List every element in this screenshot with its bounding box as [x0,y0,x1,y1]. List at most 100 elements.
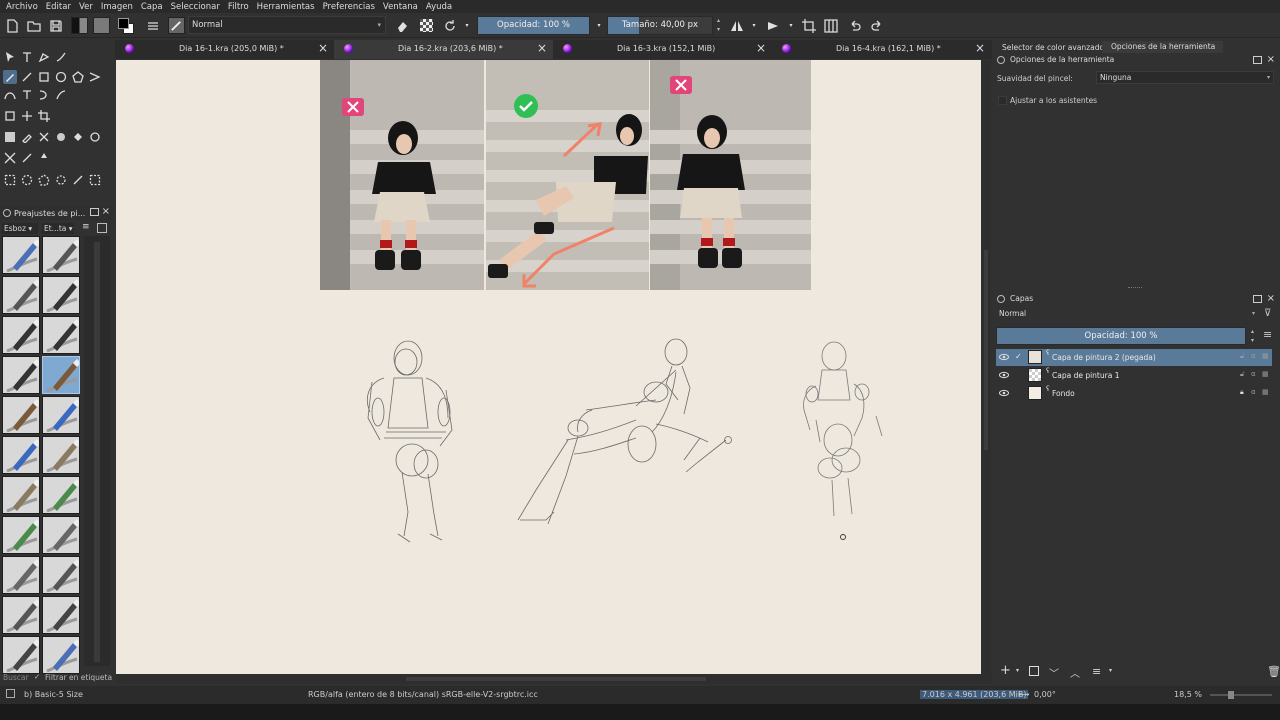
assistants-checkbox[interactable] [998,96,1007,105]
inherit-alpha-icon[interactable]: ▦ [1262,352,1270,361]
rotation-value[interactable]: 0,00° [1034,690,1056,699]
brush-preset[interactable] [2,236,40,274]
collapse-icon[interactable] [997,295,1005,303]
tab-document-3[interactable]: Dia 16-3.kra (152,1 MiB) × [553,40,772,59]
move-tool-icon[interactable] [20,109,34,123]
gradient-swatch-icon[interactable] [70,17,88,34]
lock-icon[interactable]: 🔓︎ [1240,352,1248,361]
import-icon[interactable] [97,223,107,233]
float-docker-icon[interactable] [1253,56,1262,64]
multibrush-icon[interactable] [54,88,68,102]
wrap-around-icon[interactable] [823,17,839,34]
brush-preset[interactable] [42,356,80,394]
polyline-tool-icon[interactable] [88,70,102,84]
color-model[interactable]: RGB/alfa (entero de 8 bits/canal) sRGB-e… [308,690,538,699]
crop-icon[interactable] [801,17,817,34]
alpha-icon[interactable]: α [1251,370,1259,379]
assistant-tool-icon[interactable] [3,151,17,165]
brush-preset[interactable] [2,476,40,514]
menu-filtro[interactable]: Filtro [228,2,249,12]
opacity-slider[interactable]: Opacidad: 100 % [477,16,590,35]
calligraphy-icon[interactable] [54,50,68,64]
zoom-slider[interactable] [1210,691,1272,699]
eraser-mode-icon[interactable] [394,17,410,34]
rotation-icon[interactable]: ⟷ [1018,690,1029,699]
tag-view-select[interactable]: Et...ta ▾ [42,223,74,234]
polygon-tool-icon[interactable] [71,70,85,84]
docker-splitter[interactable] [1128,287,1142,290]
chevron-down-icon[interactable]: ▾ [462,17,472,34]
zoom-value[interactable]: 18,5 % [1174,690,1202,699]
freehand-brush-icon[interactable] [3,70,17,84]
brush-preset[interactable] [2,436,40,474]
chevron-down-icon[interactable]: ▾ [1016,667,1019,674]
layer-properties-icon[interactable]: ≡ [1092,665,1101,678]
brush-preset[interactable] [42,436,80,474]
alpha-lock-icon[interactable] [418,17,434,34]
tab-tool-options[interactable]: Opciones de la herramienta [1102,41,1224,53]
dynamic-brush-icon[interactable] [37,88,51,102]
brush-preset[interactable] [2,396,40,434]
new-document-icon[interactable] [4,17,20,34]
edit-shapes-icon[interactable] [37,50,51,64]
select-shapes-icon[interactable] [3,50,17,64]
move-up-icon[interactable]: ︿ [1070,665,1080,680]
mirror-horizontal-icon[interactable] [729,17,745,34]
chevron-down-icon[interactable]: ▾ [749,17,759,34]
visibility-eye-icon[interactable] [999,370,1009,380]
undo-icon[interactable] [847,17,863,34]
fg-bg-color-icon[interactable] [116,17,136,34]
smoothing-select[interactable]: Ninguna ▾ [1096,71,1274,84]
brush-preset[interactable] [42,596,80,634]
size-slider[interactable]: Tamaño: 40,00 px [607,16,713,35]
menu-archivo[interactable]: Archivo [6,2,38,12]
brush-preset[interactable] [42,276,80,314]
color-picker-icon[interactable] [20,130,34,144]
close-icon[interactable]: × [975,41,985,55]
tab-document-2[interactable]: Dia 16-2.kra (203,6 MiB) * × [334,40,553,59]
brush-preset-icon[interactable] [166,17,186,34]
save-icon[interactable] [48,17,64,34]
menu-herramientas[interactable]: Herramientas [257,2,315,12]
crop-tool-icon[interactable] [37,109,51,123]
drawing-canvas[interactable] [116,60,981,674]
alpha-icon[interactable]: α [1251,352,1259,361]
brush-preset[interactable] [42,396,80,434]
float-docker-icon[interactable] [90,208,99,216]
layer-row[interactable]: ʕ Capa de pintura 1 🔓︎ α ▦ [996,367,1272,384]
pattern-swatch-icon[interactable] [92,17,110,34]
alpha-icon[interactable]: α [1251,388,1259,397]
layer-blend-mode-select[interactable]: Normal ▾ [996,308,1258,321]
layer-opacity-slider[interactable]: Opacidad: 100 % [996,327,1246,345]
delete-layer-icon[interactable]: 🗑︎ [1267,665,1280,678]
brush-preset[interactable] [2,516,40,554]
enclose-fill-icon[interactable] [88,130,102,144]
canvas-vertical-scrollbar[interactable] [981,60,991,674]
checkmark-icon[interactable]: ✓ [1015,352,1022,361]
brush-preset[interactable] [42,636,80,674]
brush-preset[interactable] [2,316,40,354]
menu-capa[interactable]: Capa [141,2,163,12]
brush-preset[interactable] [42,476,80,514]
menu-ayuda[interactable]: Ayuda [426,2,452,12]
chevron-down-icon[interactable]: ▾ [1109,667,1112,674]
contiguous-select-icon[interactable] [71,173,85,187]
menu-editar[interactable]: Editar [46,2,71,12]
tab-document-4[interactable]: Dia 16-4.kra (162,1 MiB) * × [772,40,991,59]
measure-tool-icon[interactable] [20,151,34,165]
menu-seleccionar[interactable]: Seleccionar [171,2,220,12]
brush-preset[interactable] [2,356,40,394]
visibility-eye-icon[interactable] [999,352,1009,362]
brush-preset[interactable] [2,276,40,314]
tab-document-1[interactable]: Dia 16-1.kra (205,0 MiB) * × [115,40,334,59]
close-icon[interactable]: × [1267,292,1275,305]
menu-imagen[interactable]: Imagen [101,2,133,12]
brush-preset[interactable] [42,516,80,554]
layer-row[interactable]: ʕ Fondo 🔒︎ α ▦ [996,385,1272,402]
duplicate-layer-icon[interactable] [1029,666,1039,676]
reload-preset-icon[interactable] [442,17,458,34]
reference-tool-icon[interactable] [37,151,51,165]
close-icon[interactable]: × [537,41,547,55]
move-down-icon[interactable]: ﹀ [1049,665,1059,680]
layer-row[interactable]: ✓ ʕ Capa de pintura 2 (pegada) 🔓︎ α ▦ [996,349,1272,366]
